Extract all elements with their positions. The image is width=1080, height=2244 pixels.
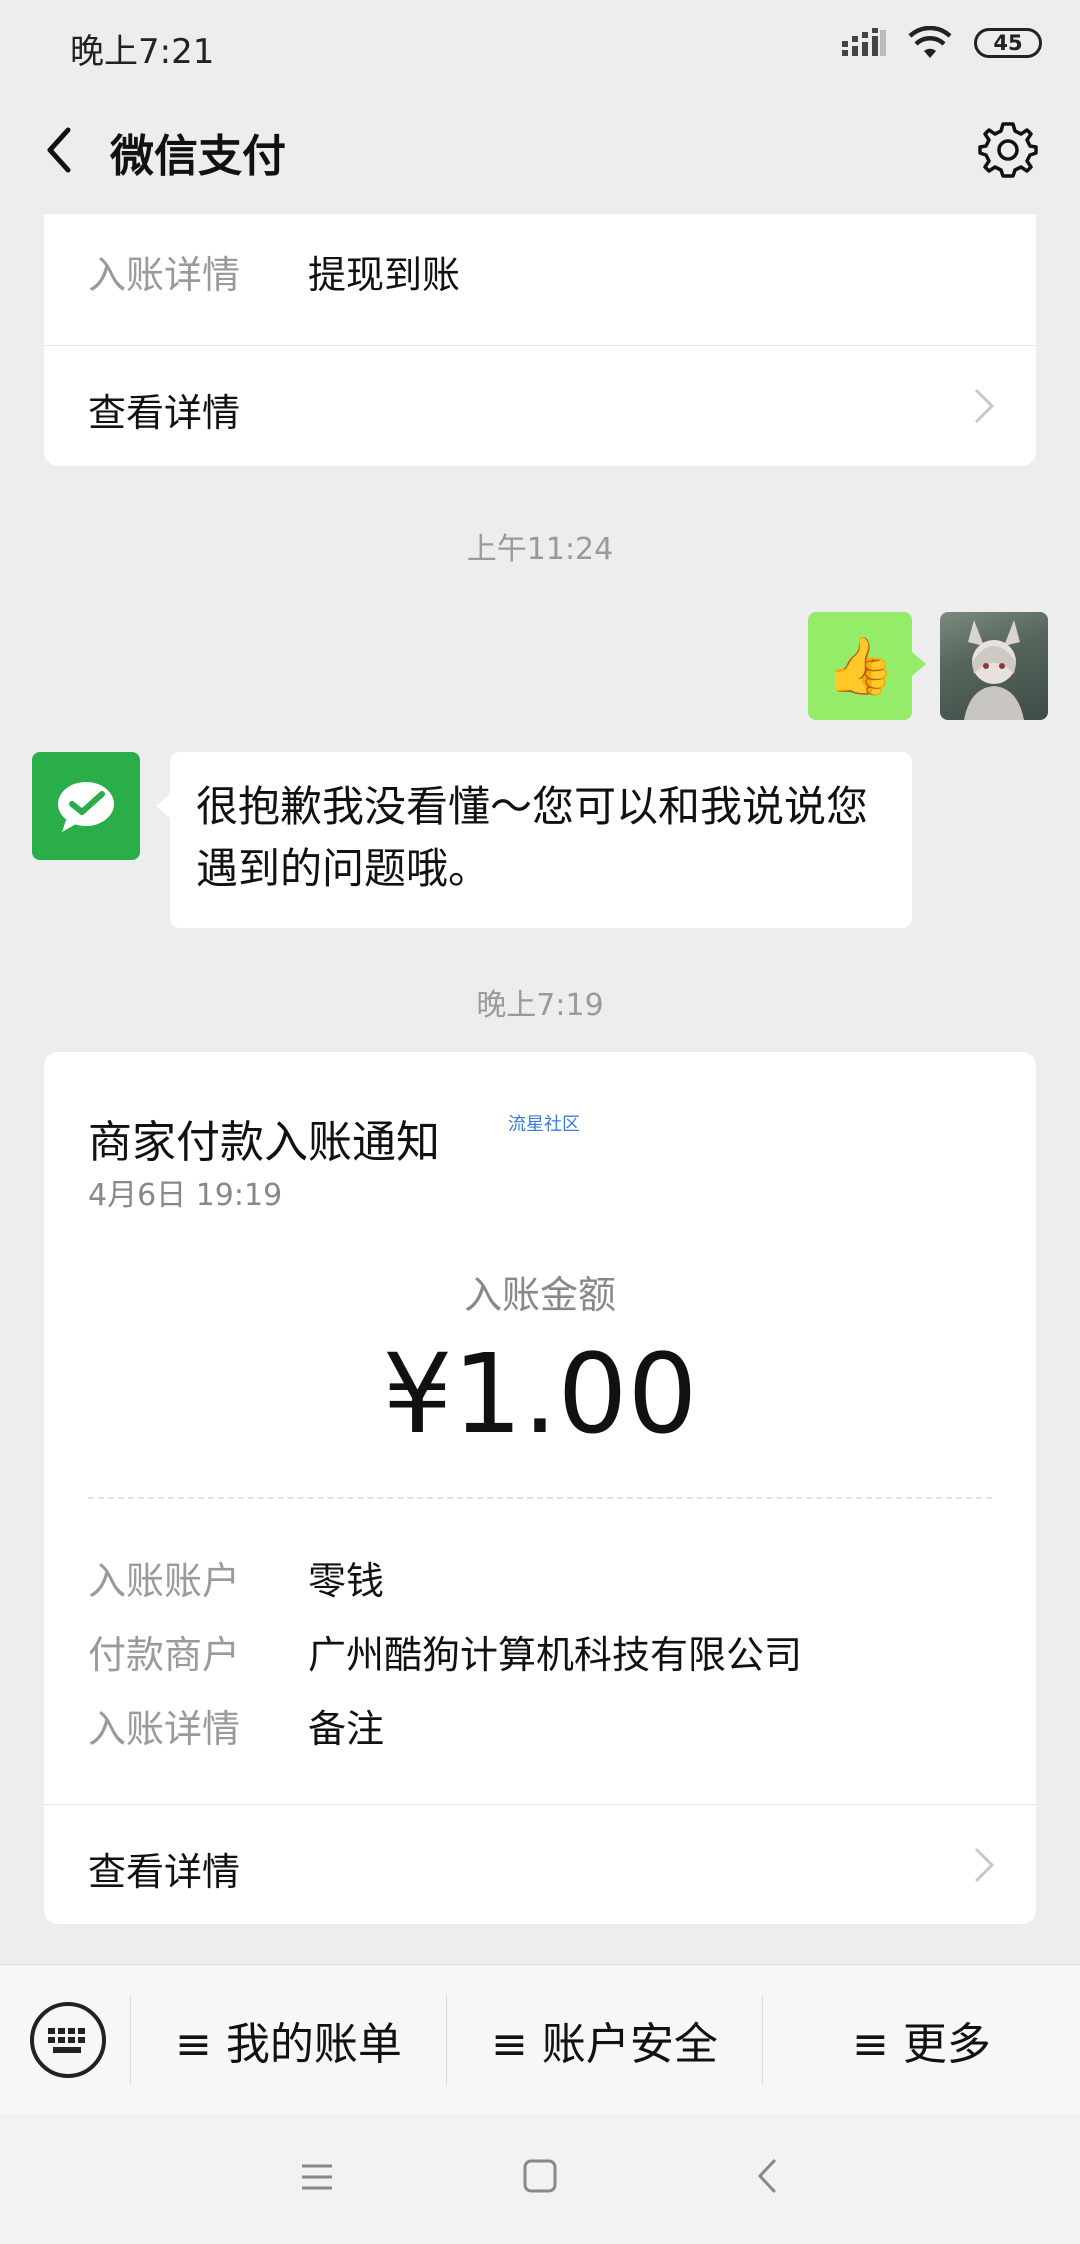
chat-timestamp: 上午11:24 <box>466 532 614 567</box>
amount-label: 入账金额 <box>463 1273 616 1317</box>
row-label: 入账详情 <box>88 1707 241 1751</box>
menu-account-security[interactable]: ≡ 账户安全 <box>447 1965 762 2115</box>
gear-icon[interactable] <box>976 118 1040 182</box>
user-avatar[interactable] <box>940 612 1048 720</box>
row-label: 入账详情 <box>88 253 241 297</box>
detail-row-account: 入账账户 零钱 <box>88 1550 384 1605</box>
chevron-right-icon <box>974 388 995 424</box>
menu-more[interactable]: ≡ 更多 <box>763 1965 1080 2115</box>
keyboard-icon <box>48 2028 85 2053</box>
keyboard-toggle-button[interactable] <box>30 2002 106 2078</box>
battery-indicator: 45 <box>974 28 1042 58</box>
row-value: 备注 <box>308 1707 385 1751</box>
system-nav-bar <box>0 2114 1080 2244</box>
page-title: 微信支付 <box>110 131 286 182</box>
view-details-label: 查看详情 <box>88 1850 241 1894</box>
menu-my-bills[interactable]: ≡ 我的账单 <box>131 1965 446 2115</box>
row-label: 入账账户 <box>88 1559 241 1603</box>
menu-lines-icon[interactable] <box>300 2160 334 2194</box>
row-value: 提现到账 <box>308 253 461 297</box>
avatar-image <box>964 620 1024 720</box>
view-details-link[interactable]: 查看详情 <box>44 1805 1036 1924</box>
detail-row: 入账详情 提现到账 <box>88 244 460 299</box>
payment-notification-card: 商家付款入账通知 流星社区 4月6日 19:19 入账金额 ¥1.00 入账账户… <box>44 1052 1036 1924</box>
wifi-icon <box>908 26 952 58</box>
back-triangle-icon[interactable] <box>752 2158 782 2194</box>
status-bar: 晚上7:21 45 <box>0 0 1080 90</box>
wechat-pay-logo-icon <box>58 782 114 832</box>
bottom-menu-bar: ≡ 我的账单 ≡ 账户安全 ≡ 更多 <box>0 1964 1080 2114</box>
status-time: 晚上7:21 <box>70 32 215 72</box>
status-icons: 45 <box>842 26 1042 60</box>
withdraw-notification-card: 入账详情 提现到账 查看详情 <box>44 214 1036 466</box>
notification-title: 商家付款入账通知 <box>88 1117 440 1168</box>
detail-row-merchant: 付款商户 广州酷狗计算机科技有限公司 <box>88 1624 802 1679</box>
back-arrow-icon[interactable] <box>30 118 94 182</box>
sent-message-bubble[interactable]: 👍 <box>808 612 926 720</box>
wechat-pay-avatar[interactable] <box>32 752 140 860</box>
dashed-divider <box>88 1497 992 1499</box>
home-square-icon[interactable] <box>522 2158 558 2194</box>
view-details-label: 查看详情 <box>88 391 241 435</box>
view-details-link[interactable]: 查看详情 <box>44 346 1036 466</box>
notification-date: 4月6日 19:19 <box>88 1178 283 1213</box>
received-message-bubble[interactable]: 很抱歉我没看懂～您可以和我说说您遇到的问题哦。 <box>156 752 912 928</box>
chat-timestamp: 晚上7:19 <box>476 988 604 1023</box>
row-value: 零钱 <box>308 1559 385 1603</box>
chevron-right-icon <box>974 1847 995 1883</box>
amount-value: ¥1.00 <box>382 1330 698 1458</box>
row-value: 广州酷狗计算机科技有限公司 <box>308 1633 803 1677</box>
signal-icon <box>842 28 886 56</box>
detail-row-remark: 入账详情 备注 <box>88 1698 384 1753</box>
thumbs-up-icon: 👍 <box>825 634 895 699</box>
watermark-text: 流星社区 <box>508 1114 580 1135</box>
message-text: 很抱歉我没看懂～您可以和我说说您遇到的问题哦。 <box>196 782 869 893</box>
nav-bar: 微信支付 <box>0 90 1080 210</box>
row-label: 付款商户 <box>88 1633 241 1677</box>
